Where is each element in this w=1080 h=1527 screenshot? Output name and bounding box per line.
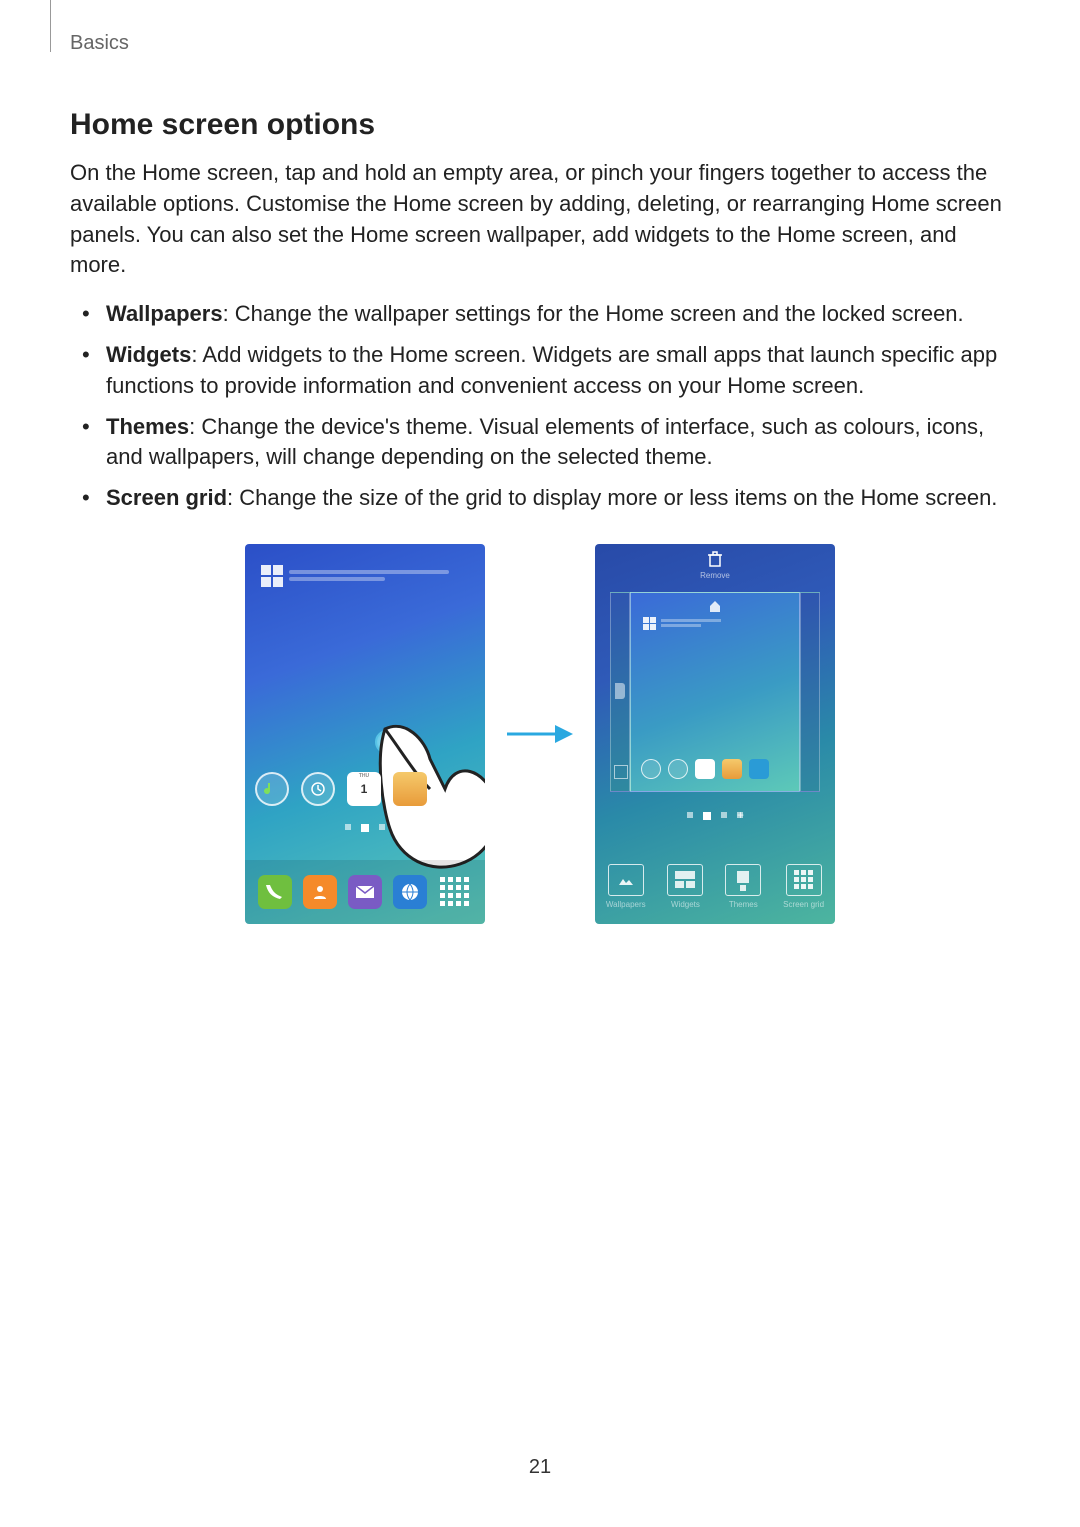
- widgets-icon: [667, 864, 703, 896]
- main-content: Home screen options On the Home screen, …: [70, 108, 1010, 924]
- phone-app-icon: [258, 875, 292, 909]
- bullet-text: : Change the wallpaper settings for the …: [223, 301, 964, 326]
- themes-icon: [725, 864, 761, 896]
- mini-app-row: [641, 759, 769, 779]
- bullet-item: Widgets: Add widgets to the Home screen.…: [106, 340, 1010, 402]
- trash-icon: [706, 550, 724, 568]
- header-divider: [50, 0, 51, 52]
- bullet-item: Wallpapers: Change the wallpaper setting…: [106, 299, 1010, 330]
- bullet-text: : Change the size of the grid to display…: [227, 485, 997, 510]
- bullet-list: Wallpapers: Change the wallpaper setting…: [70, 299, 1010, 514]
- widgets-option-label: Widgets: [671, 900, 700, 909]
- contacts-app-icon: [303, 875, 337, 909]
- mini-cloud-icon: [749, 759, 769, 779]
- remove-button: Remove: [595, 550, 835, 580]
- panel-carousel: [595, 592, 835, 802]
- bullet-label: Themes: [106, 414, 189, 439]
- apps-drawer-icon: [438, 875, 472, 909]
- screen-grid-option-label: Screen grid: [783, 900, 824, 909]
- intro-paragraph: On the Home screen, tap and hold an empt…: [70, 158, 1010, 281]
- widgets-option: Widgets: [667, 864, 703, 909]
- breadcrumb: Basics: [70, 32, 129, 55]
- mini-music-icon: [641, 759, 661, 779]
- arrow-right-icon: [505, 722, 575, 746]
- mini-gallery-icon: [722, 759, 742, 779]
- screen-grid-icon: [786, 864, 822, 896]
- mini-calendar-icon: [695, 759, 715, 779]
- screen-grid-option: Screen grid: [783, 864, 824, 909]
- wallpapers-option-label: Wallpapers: [606, 900, 646, 909]
- widget-icon: [261, 565, 283, 587]
- bullet-text: : Add widgets to the Home screen. Widget…: [106, 342, 997, 398]
- page-indicator: [245, 824, 485, 832]
- internet-app-icon: [393, 875, 427, 909]
- music-icon: [255, 772, 289, 806]
- bullet-label: Widgets: [106, 342, 191, 367]
- calendar-icon: THU 1: [347, 772, 381, 806]
- wallpapers-icon: [608, 864, 644, 896]
- figure: THU 1: [70, 544, 1010, 924]
- section-heading: Home screen options: [70, 108, 1010, 142]
- home-options-bar: Wallpapers Widgets Themes: [595, 854, 835, 924]
- panel-next: [800, 592, 820, 792]
- messages-app-icon: [348, 875, 382, 909]
- dock-bar: [245, 860, 485, 924]
- figure-phone-edit: Remove: [595, 544, 835, 924]
- home-indicator-icon: [708, 599, 722, 618]
- panel-current: [630, 592, 800, 792]
- bullet-item: Screen grid: Change the size of the grid…: [106, 483, 1010, 514]
- figure-phone-home: THU 1: [245, 544, 485, 924]
- gallery-icon: [393, 772, 427, 806]
- page-number: 21: [0, 1456, 1080, 1479]
- remove-label: Remove: [700, 571, 730, 580]
- clock-icon: [301, 772, 335, 806]
- mini-clock-icon: [668, 759, 688, 779]
- wallpapers-option: Wallpapers: [606, 864, 646, 909]
- briefing-widget: [255, 560, 455, 592]
- bullet-label: Screen grid: [106, 485, 227, 510]
- themes-option: Themes: [725, 864, 761, 909]
- bullet-label: Wallpapers: [106, 301, 223, 326]
- app-row: THU 1: [255, 772, 427, 806]
- page-indicator-edit: +: [595, 812, 835, 820]
- mini-briefing-widget: [643, 617, 721, 630]
- themes-option-label: Themes: [729, 900, 758, 909]
- panel-prev: [610, 592, 630, 792]
- bullet-text: : Change the device's theme. Visual elem…: [106, 414, 984, 470]
- bullet-item: Themes: Change the device's theme. Visua…: [106, 412, 1010, 474]
